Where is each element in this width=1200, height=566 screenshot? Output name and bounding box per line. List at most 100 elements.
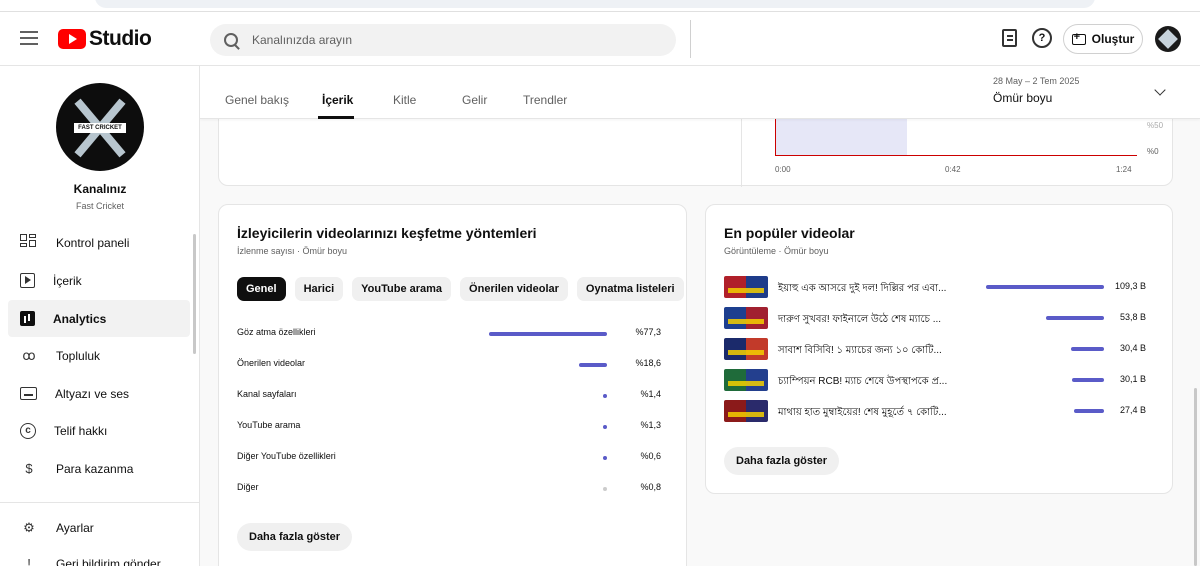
retention-tick: 1:24 xyxy=(1116,165,1132,174)
video-title[interactable]: সাবাশ বিসিবি! ১ ম্যাচের জন্য ১০ কোটি... xyxy=(778,343,942,360)
traffic-source-row[interactable]: Önerilen videolar %18,6 xyxy=(237,354,669,374)
create-button[interactable]: Oluştur xyxy=(1063,24,1143,54)
chip-suggested-videos[interactable]: Önerilen videolar xyxy=(460,277,568,301)
tab-revenue[interactable]: Gelir xyxy=(462,93,487,107)
traffic-source-value: %77,3 xyxy=(635,327,661,337)
feedback-icon: ! xyxy=(27,555,31,566)
card-divider xyxy=(741,119,742,187)
card-subtitle: İzlenme sayısı · Ömür boyu xyxy=(237,246,348,256)
address-bar[interactable] xyxy=(95,0,1095,8)
sidebar-item-monetization[interactable]: $ Para kazanma xyxy=(8,450,190,487)
sidebar-item-label: Para kazanma xyxy=(56,461,134,476)
top-video-row[interactable]: সাবাশ বিসিবি! ১ ম্যাচের জন্য ১০ কোটি... 3… xyxy=(724,337,1154,361)
traffic-source-bar xyxy=(579,363,607,367)
search-icon xyxy=(224,33,238,47)
analytics-icon xyxy=(20,311,35,326)
sidebar-item-label: Topluluk xyxy=(56,348,101,363)
chip-general[interactable]: Genel xyxy=(237,277,286,301)
chip-youtube-search[interactable]: YouTube arama xyxy=(352,277,452,301)
top-video-row[interactable]: চ্যাম্পিয়ন RCB! ম্যাচ শেষে উপস্থাপকে প্… xyxy=(724,368,1154,392)
traffic-source-row[interactable]: Göz atma özellikleri %77,3 xyxy=(237,323,669,343)
menu-icon[interactable] xyxy=(20,31,38,45)
sidebar-scrollbar[interactable] xyxy=(193,234,196,354)
show-more-button[interactable]: Daha fazla göster xyxy=(237,523,353,551)
video-thumbnail[interactable] xyxy=(724,307,768,329)
traffic-source-value: %1,4 xyxy=(640,389,661,399)
chip-external[interactable]: Harici xyxy=(294,277,344,301)
traffic-source-bar xyxy=(489,332,607,336)
tab-content[interactable]: İçerik xyxy=(322,93,353,107)
sidebar-item-label: İçerik xyxy=(53,273,82,288)
search-input[interactable]: Kanalınızda arayın xyxy=(210,24,676,56)
channel-name: Fast Cricket xyxy=(75,201,124,211)
traffic-source-label: Kanal sayfaları xyxy=(237,389,297,399)
video-thumbnail[interactable] xyxy=(724,338,768,360)
sidebar-item-feedback[interactable]: ! Geri bildirim gönder xyxy=(8,545,190,566)
sidebar-item-subtitles[interactable]: Altyazı ve ses xyxy=(8,375,190,412)
retention-tick: 0:42 xyxy=(945,165,961,174)
video-views-bar xyxy=(1046,316,1104,320)
channel-avatar[interactable]: FAST CRICKET xyxy=(56,83,144,171)
sidebar-item-copyright[interactable]: c Telif hakkı xyxy=(8,412,190,449)
card-title: İzleyicilerin videolarınızı keşfetme yön… xyxy=(237,225,537,241)
traffic-source-label: Diğer YouTube özellikleri xyxy=(237,451,336,461)
date-range[interactable]: 28 May – 2 Tem 2025 xyxy=(993,76,1079,86)
feedback-icon[interactable] xyxy=(1002,29,1017,47)
header-divider xyxy=(690,20,691,58)
tab-audience[interactable]: Kitle xyxy=(393,93,416,107)
sidebar-item-content[interactable]: İçerik xyxy=(8,262,190,299)
video-title[interactable]: ইয়াহু এক আসরে দুই দল! দিল্লির পর এবা... xyxy=(778,281,946,298)
sidebar-item-community[interactable]: ꝏ Topluluk xyxy=(8,337,190,374)
retention-tick: 0:00 xyxy=(775,165,791,174)
video-title[interactable]: দারুণ সুখবর! ফাইনালে উঠে শেষ ম্যাচে ... xyxy=(778,312,941,329)
retention-pct-bottom: %0 xyxy=(1147,147,1159,156)
retention-pct-top: %50 xyxy=(1147,121,1164,130)
studio-logo[interactable]: Studio xyxy=(58,26,152,52)
traffic-source-value: %0,8 xyxy=(640,482,661,492)
top-video-row[interactable]: দারুণ সুখবর! ফাইনালে উঠে শেষ ম্যাচে ... 5… xyxy=(724,306,1154,330)
sidebar-item-label: Geri bildirim gönder xyxy=(56,556,161,566)
video-views-bar xyxy=(1071,347,1104,351)
sidebar-item-label: Altyazı ve ses xyxy=(55,386,130,401)
traffic-source-row[interactable]: Diğer YouTube özellikleri %0,6 xyxy=(237,447,669,467)
search-placeholder: Kanalınızda arayın xyxy=(252,33,353,47)
top-video-row[interactable]: ইয়াহু এক আসরে দুই দল! দিল্লির পর এবা...… xyxy=(724,275,1154,299)
tab-overview[interactable]: Genel bakış xyxy=(225,93,289,107)
traffic-source-row[interactable]: Kanal sayfaları %1,4 xyxy=(237,385,669,405)
chip-playlists[interactable]: Oynatma listeleri xyxy=(576,277,684,301)
sidebar-item-settings[interactable]: ⚙ Ayarlar xyxy=(8,509,190,546)
traffic-source-row[interactable]: Diğer %0,8 xyxy=(237,478,669,498)
settings-icon: ⚙ xyxy=(23,519,35,535)
video-thumbnail[interactable] xyxy=(724,369,768,391)
account-avatar[interactable] xyxy=(1155,26,1181,52)
content-icon xyxy=(20,273,35,288)
dashboard-icon xyxy=(20,233,38,252)
traffic-source-bar xyxy=(603,487,607,491)
traffic-source-value: %18,6 xyxy=(635,358,661,368)
video-views-bar xyxy=(1074,409,1104,413)
video-title[interactable]: চ্যাম্পিয়ন RCB! ম্যাচ শেষে উপস্থাপকে প্… xyxy=(778,374,947,391)
help-icon[interactable]: ? xyxy=(1032,28,1052,48)
traffic-source-value: %1,3 xyxy=(640,420,661,430)
show-more-button[interactable]: Daha fazla göster xyxy=(724,447,840,475)
tab-trends[interactable]: Trendler xyxy=(523,93,567,107)
analytics-tabs: Genel bakış İçerik Kitle Gelir Trendler … xyxy=(200,66,1200,119)
sidebar-item-label: Analytics xyxy=(53,311,107,326)
sidebar-item-dashboard[interactable]: Kontrol paneli xyxy=(8,224,190,261)
logo-text: Studio xyxy=(89,27,152,50)
main-scrollbar[interactable] xyxy=(1194,388,1197,566)
sidebar-item-analytics[interactable]: Analytics xyxy=(8,300,190,337)
top-video-row[interactable]: মাথায় হাত মুম্বাইয়ের! শেষ মুহূর্তে ৭ ক… xyxy=(724,399,1154,423)
video-thumbnail[interactable] xyxy=(724,400,768,422)
monetization-icon: $ xyxy=(25,460,33,476)
date-period[interactable]: Ömür boyu xyxy=(993,91,1052,105)
create-icon xyxy=(1071,31,1086,45)
video-views-bar xyxy=(986,285,1104,289)
chevron-down-icon[interactable] xyxy=(1154,84,1166,96)
traffic-source-label: Göz atma özellikleri xyxy=(237,327,316,337)
video-title[interactable]: মাথায় হাত মুম্বাইয়ের! শেষ মুহূর্তে ৭ ক… xyxy=(778,405,947,422)
video-thumbnail[interactable] xyxy=(724,276,768,298)
traffic-source-row[interactable]: YouTube arama %1,3 xyxy=(237,416,669,436)
top-app-bar: Studio Kanalınızda arayın ? Oluştur xyxy=(0,12,1200,66)
sidebar-item-label: Kontrol paneli xyxy=(56,235,130,250)
